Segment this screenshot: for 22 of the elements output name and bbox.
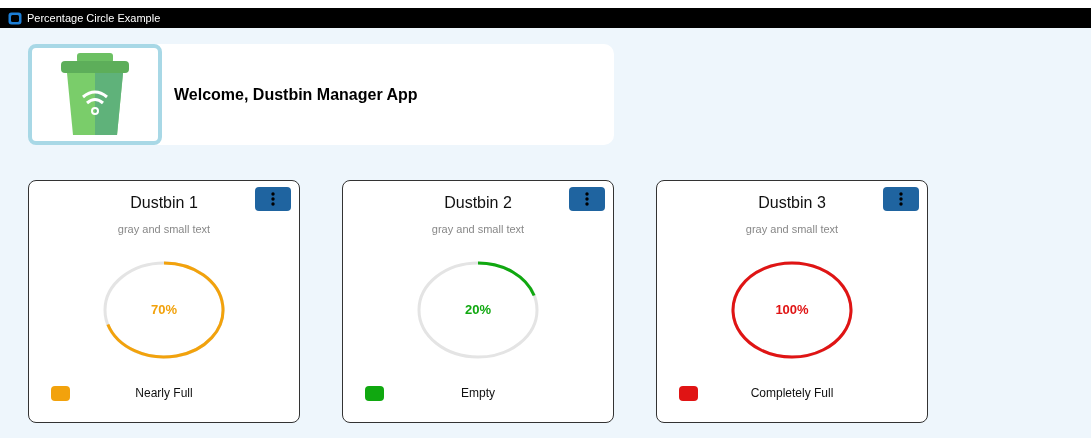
more-icon (899, 192, 903, 206)
card-title: Dustbin 2 (444, 193, 512, 213)
card-title: Dustbin 1 (130, 193, 198, 213)
card-title: Dustbin 3 (758, 193, 826, 213)
menu-button[interactable] (883, 187, 919, 211)
dustbin-icon (59, 52, 131, 137)
status-label: Empty (460, 385, 496, 402)
card-subtitle: gray and small text (745, 222, 839, 237)
more-icon (271, 192, 275, 206)
status-label: Nearly Full (134, 385, 194, 402)
percent-label: 70% (151, 300, 177, 319)
status-label: Completely Full (749, 385, 835, 402)
window-title: Percentage Circle Example (27, 10, 161, 26)
card-subtitle: gray and small text (431, 222, 525, 237)
app-icon (8, 11, 22, 25)
more-icon (585, 192, 589, 206)
welcome-heading: Welcome, Dustbin Manager App (174, 84, 418, 105)
menu-button[interactable] (569, 187, 605, 211)
percent-label: 20% (465, 300, 491, 319)
percent-label: 100% (775, 300, 809, 319)
card-subtitle: gray and small text (117, 222, 211, 237)
menu-button[interactable] (255, 187, 291, 211)
